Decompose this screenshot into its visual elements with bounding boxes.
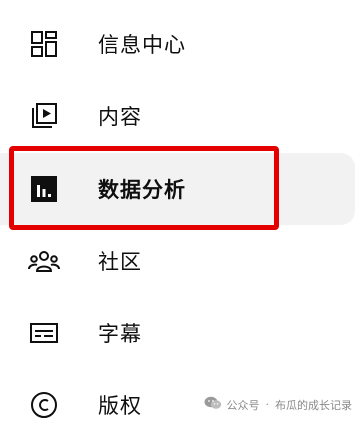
sidebar-item-analytics[interactable]: 数据分析	[0, 153, 355, 225]
copyright-icon	[28, 389, 60, 421]
sidebar-item-label: 信息中心	[98, 33, 186, 57]
sidebar-item-community[interactable]: 社区	[0, 225, 355, 297]
sidebar-item-subtitles[interactable]: 字幕	[0, 297, 355, 369]
wechat-icon	[204, 396, 222, 413]
studio-sidebar: 信息中心 内容 数据分析 社区 字幕 版权 公众号 · 布瓜的成长记录	[0, 0, 362, 425]
sidebar-item-label: 内容	[98, 105, 142, 129]
sidebar-item-dashboard[interactable]: 信息中心	[0, 8, 355, 80]
watermark-separator: ·	[265, 398, 270, 411]
subtitles-icon	[28, 317, 60, 349]
analytics-icon	[28, 173, 60, 205]
sidebar-item-content[interactable]: 内容	[0, 80, 355, 152]
community-icon	[28, 245, 60, 277]
watermark-prefix: 公众号	[226, 398, 260, 412]
wechat-watermark: 公众号 · 布瓜的成长记录	[204, 396, 352, 413]
sidebar-item-label: 数据分析	[98, 178, 186, 202]
sidebar-item-label: 版权	[98, 394, 142, 418]
dashboard-icon	[28, 28, 60, 60]
content-video-icon	[28, 100, 60, 132]
sidebar-item-label: 社区	[98, 250, 142, 274]
watermark-author: 布瓜的成长记录	[275, 398, 352, 412]
sidebar-item-label: 字幕	[98, 322, 142, 346]
